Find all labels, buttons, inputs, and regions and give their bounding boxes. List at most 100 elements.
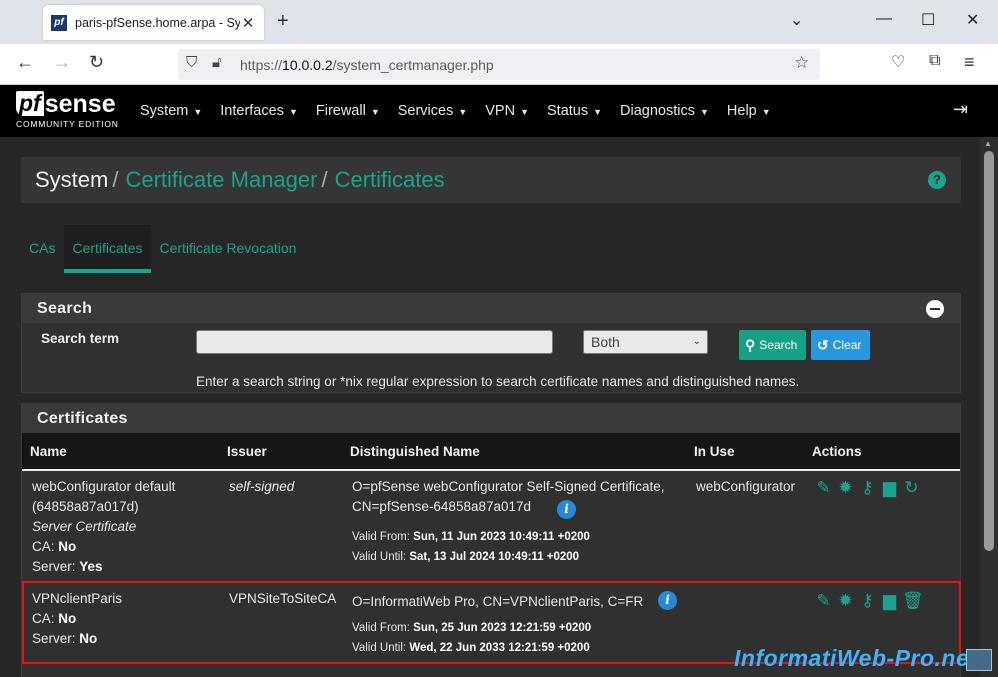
browser-tab-bar: pf paris-pfSense.home.arpa - System ✕ + …	[0, 0, 998, 44]
menu-help[interactable]: Help ▼	[727, 103, 771, 119]
cert-name-cell: webConfigurator default (64858a87a017d) …	[32, 477, 175, 577]
browser-tab[interactable]: pf paris-pfSense.home.arpa - System ✕	[43, 5, 264, 40]
address-bar[interactable]: ⛉ 🔓︎ https://10.0.0.2/system_certmanager…	[178, 49, 820, 80]
tab-list-chevron-icon[interactable]: ⌄	[790, 10, 803, 30]
menu-system[interactable]: System ▼	[140, 103, 202, 119]
caret-down-icon: ▼	[288, 107, 298, 117]
breadcrumb: System / Certificate Manager / Certifica…	[21, 157, 961, 203]
reload-icon[interactable]: ↻	[89, 52, 104, 73]
export-key-icon[interactable]: ⚷	[858, 478, 877, 497]
url-text: https://10.0.0.2/system_certmanager.php	[240, 56, 494, 73]
cert-dn-line2-wrap: CN=pfSense-64858a87a017d	[352, 497, 665, 517]
export-certificate-icon[interactable]: ✹	[836, 478, 855, 497]
table-row: webConfigurator default (64858a87a017d) …	[22, 473, 960, 581]
cert-valid-until: Valid Until: Wed, 22 Jun 2033 12:21:59 +…	[352, 642, 590, 654]
breadcrumb-separator: /	[112, 167, 119, 192]
page-scrollbar[interactable]: ▲	[980, 137, 998, 677]
export-archive-icon[interactable]: ▆	[880, 478, 899, 497]
cert-actions: ✎ ✹ ⚷ ▆ 🗑︎	[814, 591, 924, 610]
maximize-window-icon[interactable]: ☐	[921, 10, 935, 30]
cert-dn-line1: O=InformatiWeb Pro, CN=VPNclientParis, C…	[352, 594, 644, 609]
menu-vpn[interactable]: VPN ▼	[485, 103, 529, 119]
help-question-icon[interactable]: ?	[928, 171, 946, 189]
menu-services[interactable]: Services ▼	[398, 103, 468, 119]
clear-button[interactable]: ↺ Clear	[811, 330, 870, 360]
caret-down-icon: ▼	[520, 107, 530, 117]
column-issuer: Issuer	[227, 444, 267, 459]
delete-trash-icon[interactable]: 🗑︎	[902, 591, 924, 610]
caret-down-icon: ▼	[458, 107, 468, 117]
cert-ca-flag: CA: No	[32, 539, 77, 554]
bookmark-star-icon[interactable]: ☆	[794, 53, 809, 73]
close-tab-icon[interactable]: ✕	[240, 14, 256, 32]
cert-name: webConfigurator default	[32, 479, 176, 494]
search-button[interactable]: ⚲ Search	[739, 330, 806, 360]
menu-hamburger-icon[interactable]: ≡	[964, 52, 975, 73]
certificates-panel: Certificates Name Issuer Distinguished N…	[21, 403, 961, 677]
cert-server-flag: Server: No	[32, 631, 98, 646]
menu-interfaces[interactable]: Interfaces ▼	[220, 103, 298, 119]
tab-cas[interactable]: CAs	[21, 225, 64, 273]
menu-diagnostics[interactable]: Diagnostics ▼	[620, 103, 709, 119]
info-icon[interactable]: i	[658, 591, 677, 610]
cert-valid-until: Valid Until: Sat, 13 Jul 2024 10:49:11 +…	[352, 551, 580, 563]
column-distinguished-name: Distinguished Name	[350, 444, 480, 459]
pfsense-logo[interactable]: pf sense COMMUNITY EDITION	[16, 91, 126, 133]
cert-name: VPNclientParis	[32, 591, 123, 606]
watermark-text: InformatiWeb-Pro.net	[734, 645, 978, 671]
lock-warning-icon[interactable]: 🔓︎	[212, 54, 222, 71]
export-archive-icon[interactable]: ▆	[880, 591, 899, 610]
extensions-icon[interactable]: ⧉	[929, 52, 940, 70]
export-key-icon[interactable]: ⚷	[858, 591, 877, 610]
cert-issuer: VPNSiteToSiteCA	[229, 591, 337, 606]
search-term-input[interactable]	[196, 330, 553, 354]
pfsense-favicon-icon: pf	[51, 14, 67, 31]
new-tab-icon[interactable]: +	[277, 10, 289, 33]
breadcrumb-separator: /	[321, 167, 328, 192]
cert-server-flag: Server: Yes	[32, 559, 103, 574]
edit-pencil-icon[interactable]: ✎	[814, 478, 833, 497]
undo-icon: ↺	[817, 336, 829, 353]
browser-toolbar: ← → ↻ ⛉ 🔓︎ https://10.0.0.2/system_certm…	[0, 44, 998, 85]
cert-dn-cell: O=InformatiWeb Pro, CN=VPNclientParis, C…	[352, 592, 643, 658]
search-scope-select[interactable]: Both ⌄	[583, 330, 708, 354]
caret-down-icon: ▼	[761, 107, 771, 117]
scroll-up-arrow-icon[interactable]: ▲	[984, 139, 992, 148]
menu-firewall[interactable]: Firewall ▼	[316, 103, 380, 119]
cert-name-cell: VPNclientParis CA: No Server: No	[32, 589, 122, 649]
tab-certificate-revocation[interactable]: Certificate Revocation	[151, 225, 305, 273]
search-panel-header: Search	[22, 294, 960, 323]
logo-pf: pf	[16, 91, 44, 116]
breadcrumb-system: System	[35, 167, 109, 192]
breadcrumb-certificates[interactable]: Certificates	[335, 167, 445, 193]
caret-down-icon: ▼	[593, 107, 603, 117]
edit-pencil-icon[interactable]: ✎	[814, 591, 833, 610]
certificates-panel-title: Certificates	[37, 410, 128, 427]
cert-dn-line2: CN=pfSense-64858a87a017d	[352, 499, 532, 514]
cert-issuer: self-signed	[229, 479, 295, 494]
forward-arrow-icon[interactable]: →	[53, 52, 71, 73]
search-help-text: Enter a search string or *nix regular ex…	[196, 374, 800, 389]
tab-certificates[interactable]: Certificates	[64, 225, 152, 273]
info-icon[interactable]: i	[557, 500, 576, 519]
watermark-computer-icon	[966, 649, 992, 671]
breadcrumb-certificate-manager[interactable]: Certificate Manager	[125, 167, 317, 193]
cert-ca-flag: CA: No	[32, 611, 77, 626]
search-panel: Search Search term Both ⌄ ⚲ Search ↺ Cle…	[21, 293, 961, 393]
search-scope-value: Both	[591, 334, 620, 350]
shield-icon[interactable]: ⛉	[186, 54, 197, 71]
scrollbar-thumb[interactable]	[984, 151, 994, 551]
renew-refresh-icon[interactable]: ↻	[902, 478, 921, 497]
menu-status[interactable]: Status ▼	[547, 103, 602, 119]
pocket-icon[interactable]: ♡	[891, 52, 905, 72]
column-name: Name	[30, 444, 67, 459]
minimize-window-icon[interactable]: —	[876, 10, 892, 28]
collapse-minus-icon[interactable]	[926, 300, 944, 318]
logout-icon[interactable]: ⇥	[953, 99, 968, 120]
cert-in-use: webConfigurator	[696, 479, 796, 494]
close-window-icon[interactable]: ✕	[966, 10, 979, 30]
cert-valid-from: Valid From: Sun, 25 Jun 2023 12:21:59 +0…	[352, 622, 592, 634]
back-arrow-icon[interactable]: ←	[16, 52, 34, 73]
export-certificate-icon[interactable]: ✹	[836, 591, 855, 610]
caret-down-icon: ▼	[370, 107, 380, 117]
